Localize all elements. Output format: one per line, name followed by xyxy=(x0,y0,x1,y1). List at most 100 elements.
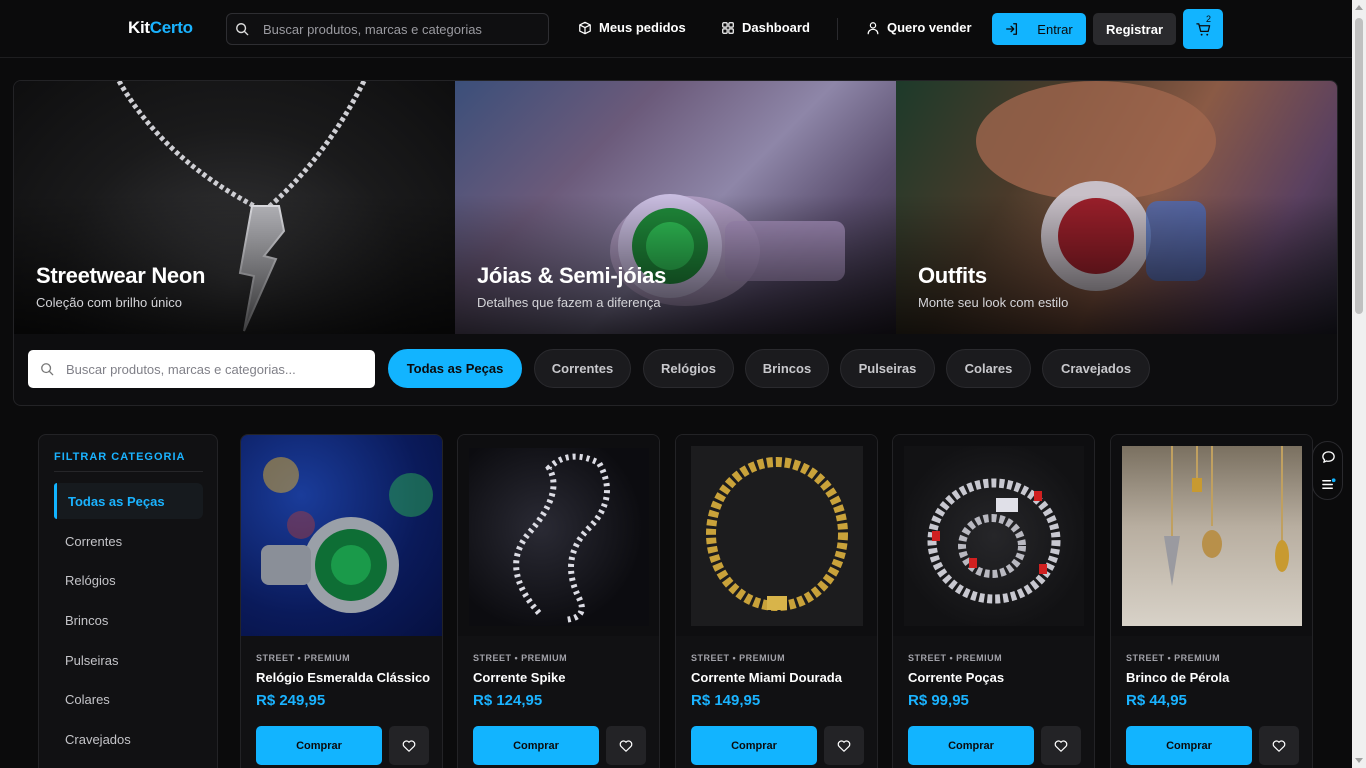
sidebar-item-colares[interactable]: Colares xyxy=(54,681,203,717)
buy-button[interactable]: Comprar xyxy=(1126,726,1252,765)
banner-outfits[interactable]: Outfits Monte seu look com estilo xyxy=(896,81,1337,334)
product-price: R$ 249,95 xyxy=(256,692,326,709)
banner-title: Outfits xyxy=(918,263,987,288)
buy-button[interactable]: Comprar xyxy=(256,726,382,765)
chat-bubble-icon[interactable] xyxy=(1321,450,1336,465)
miami-chain-illustration xyxy=(706,457,848,611)
product-card[interactable]: STREET • PREMIUM Brinco de Pérola R$ 44,… xyxy=(1110,434,1313,768)
my-orders-label: Meus pedidos xyxy=(599,20,686,35)
product-tag: STREET • PREMIUM xyxy=(691,653,786,663)
search-icon xyxy=(236,23,249,36)
dashboard-icon xyxy=(722,21,734,34)
banner-subtitle: Coleção com brilho único xyxy=(36,295,182,310)
product-image[interactable] xyxy=(676,435,877,636)
cart-icon xyxy=(1196,23,1211,36)
product-photo xyxy=(691,446,863,626)
package-icon xyxy=(579,21,591,34)
product-card[interactable]: STREET • PREMIUM Corrente Spike R$ 124,9… xyxy=(457,434,660,768)
product-image[interactable] xyxy=(1111,435,1312,636)
product-card[interactable]: STREET • PREMIUM Corrente Poças R$ 99,95… xyxy=(892,434,1095,768)
search-icon xyxy=(41,363,54,376)
header-search-input[interactable] xyxy=(263,14,543,44)
floating-toolbar xyxy=(1312,441,1343,500)
chip-todas-as-pecas[interactable]: Todas as Peças xyxy=(388,349,522,388)
banner-jewelry[interactable]: Jóias & Semi-jóias Detalhes que fazem a … xyxy=(455,81,896,334)
header-search xyxy=(226,13,549,45)
product-image[interactable] xyxy=(241,435,442,636)
brand-logo[interactable]: KitCerto xyxy=(128,18,193,38)
hero-section: Streetwear Neon Coleção com brilho único… xyxy=(13,80,1338,406)
cart-button[interactable]: 2 xyxy=(1183,9,1223,49)
nav-divider xyxy=(837,18,838,40)
chip-cravejados[interactable]: Cravejados xyxy=(1042,349,1150,388)
sidebar-divider xyxy=(54,471,203,472)
product-name[interactable]: Corrente Miami Dourada xyxy=(691,670,866,685)
cuban-chain-illustration xyxy=(927,478,1061,604)
buy-button[interactable]: Comprar xyxy=(691,726,817,765)
product-name[interactable]: Corrente Spike xyxy=(473,670,648,685)
favorite-button[interactable] xyxy=(606,726,646,765)
sidebar-item-correntes[interactable]: Correntes xyxy=(54,523,203,559)
sidebar-item-pulseiras[interactable]: Pulseiras xyxy=(54,642,203,678)
login-button[interactable]: Entrar xyxy=(992,13,1086,45)
product-card[interactable]: STREET • PREMIUM Relógio Esmeralda Cláss… xyxy=(240,434,443,768)
dashboard-link[interactable]: Dashboard xyxy=(721,20,810,35)
sidebar-item-relogios[interactable]: Relógios xyxy=(54,562,203,598)
product-photo xyxy=(904,446,1084,626)
chip-brincos[interactable]: Brincos xyxy=(745,349,829,388)
sidebar-item-brincos[interactable]: Brincos xyxy=(54,602,203,638)
banner-title: Jóias & Semi-jóias xyxy=(477,263,667,288)
banner-subtitle: Detalhes que fazem a diferença xyxy=(477,295,661,310)
chip-correntes[interactable]: Correntes xyxy=(534,349,631,388)
heart-icon xyxy=(1272,740,1286,752)
buy-button[interactable]: Comprar xyxy=(473,726,599,765)
product-tag: STREET • PREMIUM xyxy=(908,653,1003,663)
login-label: Entrar xyxy=(1037,21,1073,37)
favorite-button[interactable] xyxy=(1259,726,1299,765)
chip-colares[interactable]: Colares xyxy=(946,349,1031,388)
user-icon xyxy=(867,21,879,34)
buy-button[interactable]: Comprar xyxy=(908,726,1034,765)
product-image[interactable] xyxy=(893,435,1094,636)
sidebar-item-cravejados[interactable]: Cravejados xyxy=(54,721,203,757)
product-name[interactable]: Corrente Poças xyxy=(908,670,1083,685)
my-orders-link[interactable]: Meus pedidos xyxy=(578,20,686,35)
filter-bar: Todas as Peças Correntes Relógios Brinco… xyxy=(14,334,1337,405)
scroll-down-arrow-icon[interactable] xyxy=(1355,758,1363,763)
product-photo xyxy=(1122,446,1302,626)
chip-relogios[interactable]: Relógios xyxy=(643,349,734,388)
sell-link[interactable]: Quero vender xyxy=(866,20,972,35)
favorite-button[interactable] xyxy=(824,726,864,765)
product-name[interactable]: Brinco de Pérola xyxy=(1126,670,1301,685)
menu-notification-icon[interactable] xyxy=(1321,477,1336,492)
register-button[interactable]: Registrar xyxy=(1093,13,1176,45)
scroll-up-arrow-icon[interactable] xyxy=(1355,5,1363,10)
sidebar-title: FILTRAR CATEGORIA xyxy=(54,451,186,463)
heart-icon xyxy=(1054,740,1068,752)
filter-search xyxy=(28,350,375,388)
product-card[interactable]: STREET • PREMIUM Corrente Miami Dourada … xyxy=(675,434,878,768)
page-scrollbar[interactable] xyxy=(1352,0,1366,768)
product-price: R$ 99,95 xyxy=(908,692,969,709)
chip-pulseiras[interactable]: Pulseiras xyxy=(840,349,935,388)
product-name[interactable]: Relógio Esmeralda Clássico xyxy=(256,670,431,685)
product-image[interactable] xyxy=(458,435,659,636)
filter-search-input[interactable] xyxy=(66,350,366,388)
sell-label: Quero vender xyxy=(887,20,972,35)
product-price: R$ 149,95 xyxy=(691,692,761,709)
banner-streetwear[interactable]: Streetwear Neon Coleção com brilho único xyxy=(14,81,455,334)
heart-icon xyxy=(619,740,633,752)
product-tag: STREET • PREMIUM xyxy=(256,653,351,663)
logo-text-kit: Kit xyxy=(128,18,150,37)
sidebar-item-todas-as-pecas[interactable]: Todas as Peças xyxy=(54,483,203,519)
top-navbar: KitCerto Meus pedidos Dashboard Quero ve… xyxy=(0,0,1352,58)
product-photo xyxy=(469,448,649,626)
category-sidebar: FILTRAR CATEGORIA Todas as Peças Corrent… xyxy=(38,434,218,768)
favorite-button[interactable] xyxy=(1041,726,1081,765)
favorite-button[interactable] xyxy=(389,726,429,765)
product-price: R$ 44,95 xyxy=(1126,692,1187,709)
scroll-thumb[interactable] xyxy=(1355,18,1363,314)
spike-chain-illustration xyxy=(513,453,610,623)
dashboard-label: Dashboard xyxy=(742,20,810,35)
banner-title: Streetwear Neon xyxy=(36,263,206,288)
